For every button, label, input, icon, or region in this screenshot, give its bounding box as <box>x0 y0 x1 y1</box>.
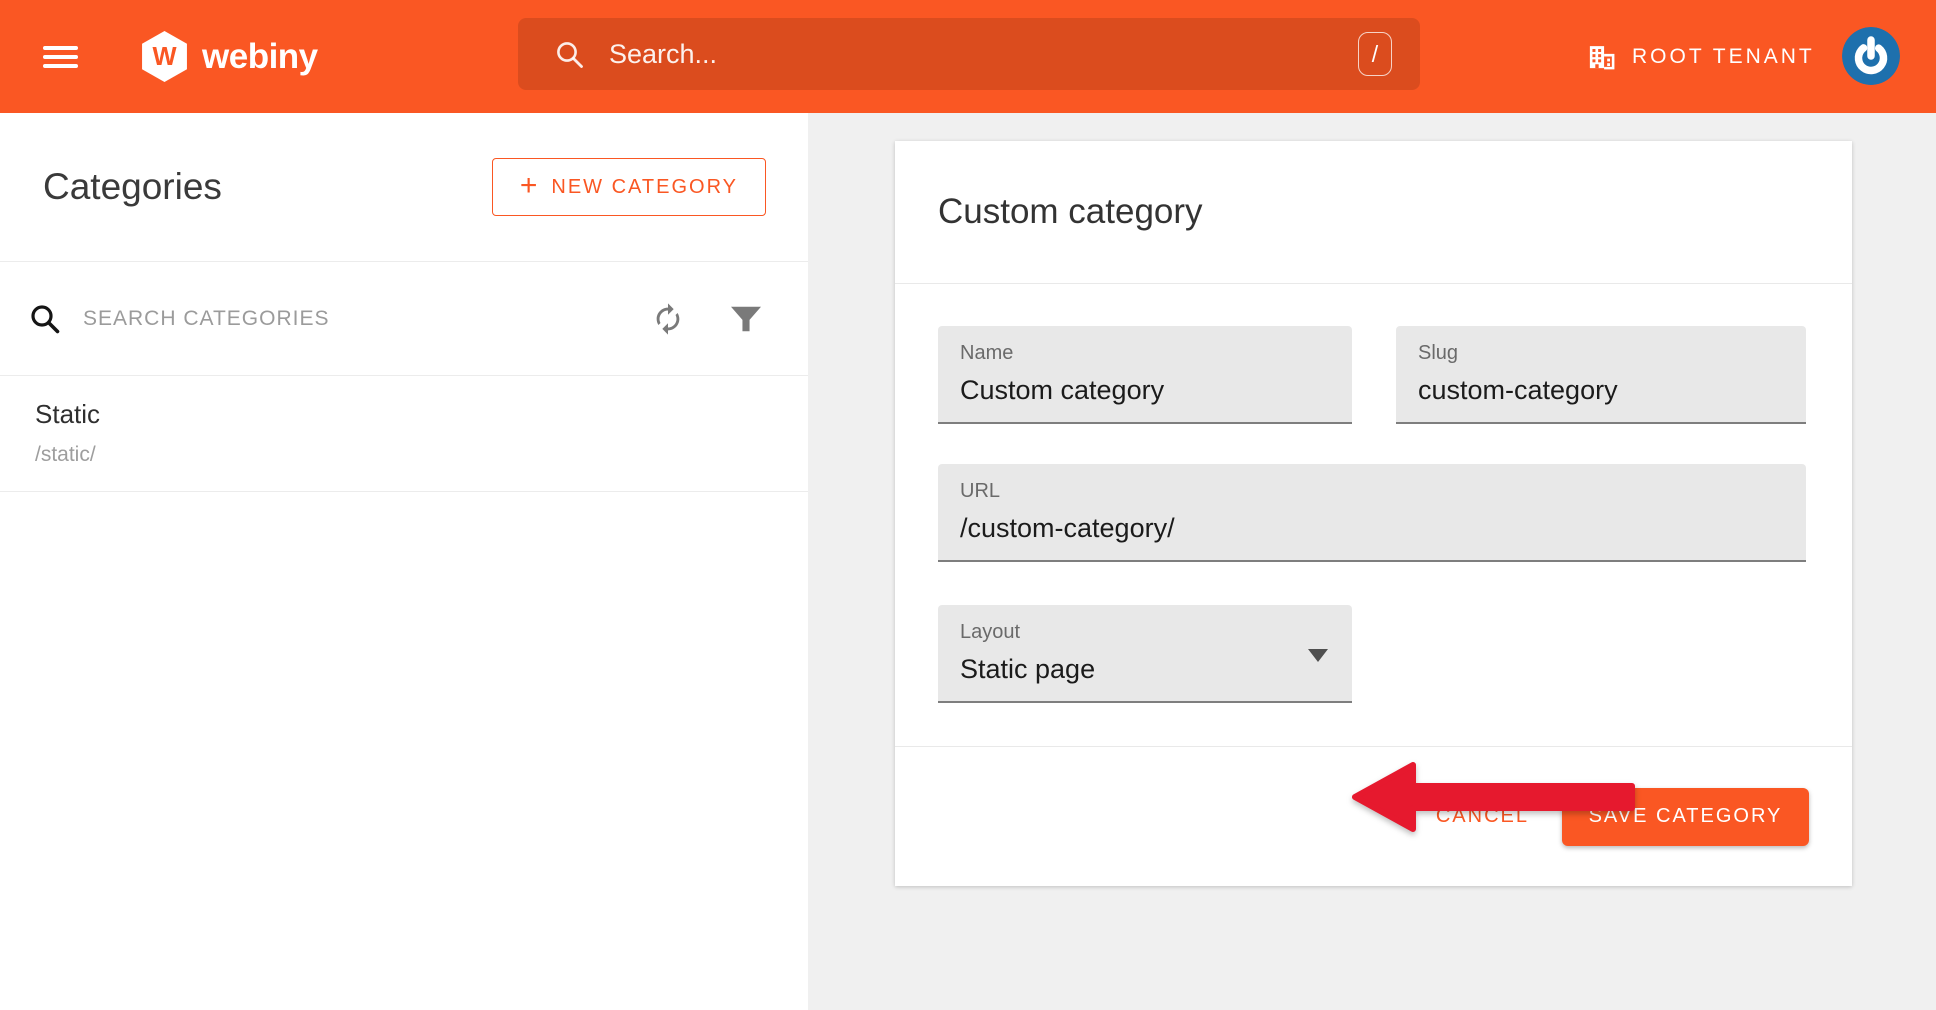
url-label: URL <box>960 480 1786 503</box>
slug-label: Slug <box>1418 342 1786 365</box>
search-categories-input[interactable] <box>83 307 647 331</box>
form-body: Name Custom category Slug custom-categor… <box>895 284 1852 746</box>
form-title: Custom category <box>938 192 1203 232</box>
category-form-card: Custom category Name Custom category Slu… <box>895 141 1852 886</box>
svg-text:W: W <box>152 43 177 71</box>
category-list-item[interactable]: Static /static/ <box>0 376 808 492</box>
tenant-selector[interactable]: ROOT TENANT <box>1586 0 1815 113</box>
tenant-label: ROOT TENANT <box>1632 45 1815 69</box>
global-search[interactable]: / <box>518 18 1420 90</box>
slug-field[interactable]: Slug custom-category <box>1396 326 1806 424</box>
caret-down-icon <box>1308 649 1328 662</box>
search-icon <box>554 39 585 70</box>
plus-icon: + <box>520 171 538 201</box>
webiny-logo: W webiny <box>142 31 318 82</box>
content-area: Custom category Name Custom category Slu… <box>808 113 1936 1010</box>
layout-value: Static page <box>960 654 1332 685</box>
slug-value: custom-category <box>1418 375 1786 406</box>
name-label: Name <box>960 342 1332 365</box>
app-header: W webiny / ROOT TENANT <box>0 0 1936 113</box>
page-title: Categories <box>43 166 222 208</box>
name-field[interactable]: Name Custom category <box>938 326 1352 424</box>
url-value: /custom-category/ <box>960 513 1786 544</box>
name-value: Custom category <box>960 375 1332 406</box>
form-actions: CANCEL SAVE CATEGORY <box>895 746 1852 886</box>
logo-hexagon-icon: W <box>142 31 187 82</box>
filter-icon <box>731 306 761 332</box>
layout-label: Layout <box>960 621 1332 644</box>
category-name: Static <box>35 399 773 430</box>
form-header: Custom category <box>895 141 1852 284</box>
new-category-button[interactable]: + NEW CATEGORY <box>492 158 766 216</box>
filter-button[interactable] <box>727 302 765 336</box>
logo-wordmark: webiny <box>202 37 318 77</box>
layout-select[interactable]: Layout Static page <box>938 605 1352 703</box>
user-avatar[interactable] <box>1842 27 1900 85</box>
refresh-button[interactable] <box>647 298 689 340</box>
search-icon <box>28 302 61 335</box>
refresh-icon <box>651 302 685 336</box>
save-category-button[interactable]: SAVE CATEGORY <box>1562 788 1809 846</box>
categories-panel: Categories + NEW CATEGORY Static /static… <box>0 113 808 1010</box>
categories-search-bar <box>0 262 808 376</box>
slash-shortcut-badge: / <box>1358 32 1392 76</box>
building-icon <box>1586 41 1617 72</box>
global-search-input[interactable] <box>609 39 1358 70</box>
category-url: /static/ <box>35 443 773 467</box>
categories-header: Categories + NEW CATEGORY <box>0 113 808 262</box>
hamburger-icon <box>43 46 85 69</box>
menu-button[interactable] <box>43 36 85 78</box>
url-field[interactable]: URL /custom-category/ <box>938 464 1806 562</box>
cancel-button[interactable]: CANCEL <box>1436 805 1529 828</box>
